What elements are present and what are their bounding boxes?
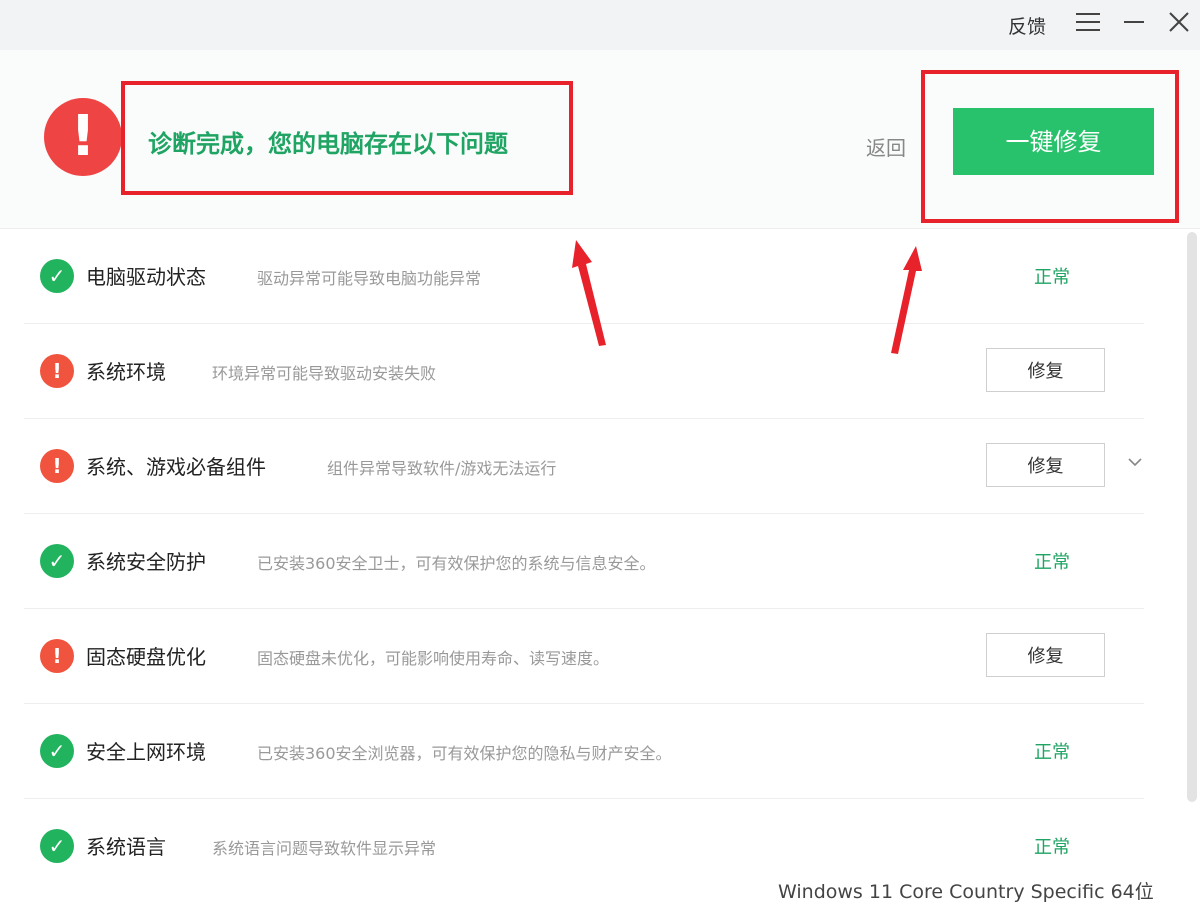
check-icon: ✓	[40, 259, 74, 293]
check-icon: ✓	[40, 734, 74, 768]
status-badge: 正常	[1034, 552, 1070, 573]
exclamation-icon: !	[40, 449, 74, 483]
list-item: ✓ 系统安全防护 已安装360安全卫士，可有效保护您的系统与信息安全。 正常	[24, 513, 1144, 609]
exclamation-icon: !	[40, 639, 74, 673]
item-title: 系统安全防护	[86, 550, 206, 574]
item-description: 已安装360安全浏览器，可有效保护您的隐私与财产安全。	[257, 744, 672, 763]
close-icon[interactable]	[1168, 11, 1190, 33]
hamburger-menu-icon[interactable]	[1076, 13, 1100, 33]
item-description: 固态硬盘未优化，可能影响使用寿命、读写速度。	[257, 649, 610, 668]
scrollbar[interactable]	[1187, 232, 1197, 802]
item-title: 固态硬盘优化	[86, 645, 206, 669]
annotation-box	[121, 81, 573, 195]
list-item: ✓ 安全上网环境 已安装360安全浏览器，可有效保护您的隐私与财产安全。 正常	[24, 703, 1144, 799]
status-badge: 正常	[1034, 267, 1070, 288]
item-description: 已安装360安全卫士，可有效保护您的系统与信息安全。	[257, 554, 656, 573]
exclamation-icon: !	[44, 98, 122, 176]
list-item: ✓ 电脑驱动状态 驱动异常可能导致电脑功能异常 正常	[24, 228, 1144, 324]
check-icon: ✓	[40, 544, 74, 578]
item-description: 驱动异常可能导致电脑功能异常	[257, 269, 482, 288]
repair-button[interactable]: 修复	[986, 633, 1105, 677]
list-item: ! 系统、游戏必备组件 组件异常导致软件/游戏无法运行 修复	[24, 418, 1144, 514]
repair-button[interactable]: 修复	[986, 443, 1105, 487]
item-title: 安全上网环境	[86, 740, 206, 764]
repair-button[interactable]: 修复	[986, 348, 1105, 392]
list-item: ! 系统环境 环境异常可能导致驱动安装失败 修复	[24, 323, 1144, 419]
status-badge: 正常	[1034, 837, 1070, 858]
check-icon: ✓	[40, 829, 74, 863]
annotation-box	[921, 70, 1179, 223]
exclamation-icon: !	[40, 354, 74, 388]
back-link[interactable]: 返回	[866, 132, 906, 161]
status-badge: 正常	[1034, 742, 1070, 763]
item-description: 环境异常可能导致驱动安装失败	[212, 364, 437, 383]
chevron-down-icon[interactable]	[1126, 453, 1144, 471]
item-description: 系统语言问题导致软件显示异常	[212, 839, 437, 858]
item-title: 系统环境	[86, 360, 166, 384]
list-item: ! 固态硬盘优化 固态硬盘未优化，可能影响使用寿命、读写速度。 修复	[24, 608, 1144, 704]
feedback-link[interactable]: 反馈	[1008, 12, 1046, 39]
title-bar: 反馈	[0, 0, 1200, 50]
item-description: 组件异常导致软件/游戏无法运行	[327, 459, 557, 478]
minimize-icon[interactable]	[1124, 21, 1144, 23]
item-title: 系统、游戏必备组件	[86, 455, 266, 479]
system-info: Windows 11 Core Country Specific 64位	[778, 881, 1154, 903]
item-title: 电脑驱动状态	[86, 265, 206, 289]
item-title: 系统语言	[86, 835, 166, 859]
diagnosis-header: ! 诊断完成，您的电脑存在以下问题 返回 一键修复	[0, 50, 1200, 229]
